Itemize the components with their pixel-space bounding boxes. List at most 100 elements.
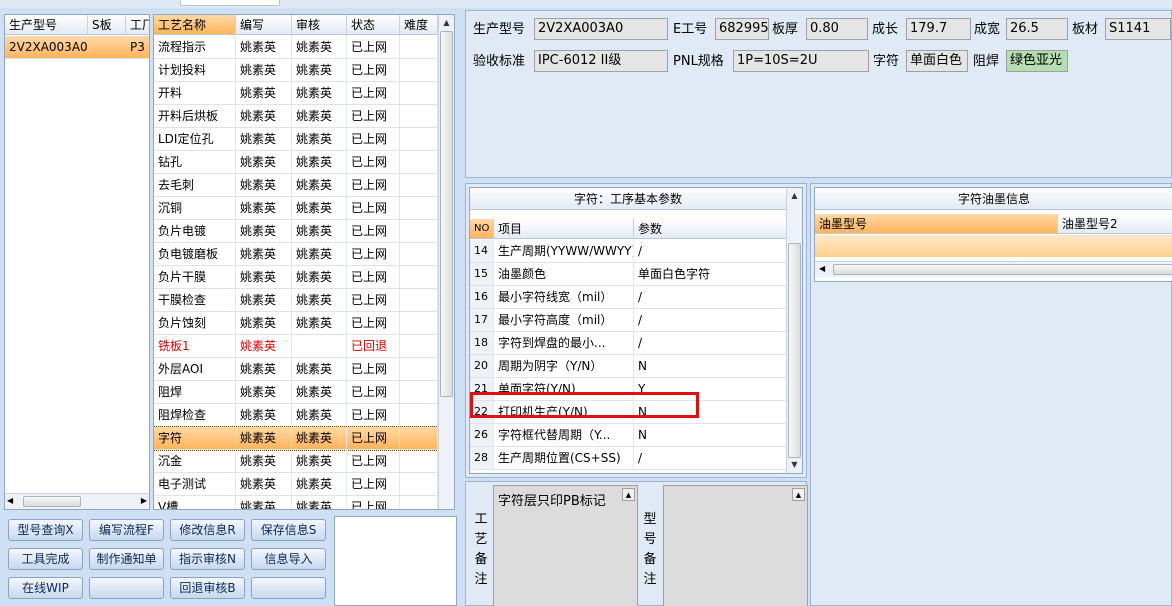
write-flow-button[interactable]: 编写流程F bbox=[89, 519, 164, 541]
table-row[interactable]: 沉铜 姚素英 姚素英 已上网 bbox=[154, 197, 438, 220]
pnl-field[interactable]: 1P=10S=2U bbox=[733, 50, 869, 72]
status-col-header[interactable]: 状态 bbox=[347, 15, 400, 35]
table-row[interactable]: 18 字符到焊盘的最小... / bbox=[470, 332, 788, 355]
vscroll-thumb[interactable] bbox=[440, 31, 453, 397]
table-row[interactable]: 阻焊检查 姚素英 姚素英 已上网 bbox=[154, 404, 438, 427]
scroll-right-arrow[interactable]: ▶ bbox=[141, 496, 147, 505]
table-row[interactable]: 26 字符框代替周期（Y... N bbox=[470, 424, 788, 447]
table-row[interactable]: 流程指示 姚素英 姚素英 已上网 bbox=[154, 36, 438, 59]
table-row[interactable]: 去毛刺 姚素英 姚素英 已上网 bbox=[154, 174, 438, 197]
table-row[interactable]: 负电镀磨板 姚素英 姚素英 已上网 bbox=[154, 243, 438, 266]
info-import-button[interactable]: 信息导入 bbox=[251, 548, 326, 570]
table-row[interactable]: 负片蚀刻 姚素英 姚素英 已上网 bbox=[154, 312, 438, 335]
auditor-col-header[interactable]: 审核 bbox=[292, 15, 347, 35]
scroll-up-arrow[interactable]: ▲ bbox=[439, 16, 454, 30]
eng-field[interactable]: 682995 bbox=[715, 18, 769, 40]
modify-info-button[interactable]: 修改信息R bbox=[170, 519, 245, 541]
table-row[interactable]: 电子测试 姚素英 姚素英 已上网 bbox=[154, 473, 438, 496]
value-col-header[interactable]: 参数 bbox=[634, 219, 788, 239]
char-field[interactable]: 单面白色 bbox=[906, 50, 968, 72]
ink-title: 字符油墨信息 bbox=[815, 188, 1172, 210]
model-memo-box[interactable]: ▲ bbox=[663, 485, 808, 606]
hscroll-thumb[interactable] bbox=[23, 496, 81, 507]
model-field[interactable]: 2V2XA003A0 bbox=[534, 18, 668, 40]
thickness-field[interactable]: 0.80 bbox=[806, 18, 868, 40]
writer-cell: 姚素英 bbox=[236, 473, 292, 495]
auditor-cell: 姚素英 bbox=[292, 151, 347, 173]
ink-model2-col-header[interactable]: 油墨型号2 bbox=[1058, 214, 1172, 234]
online-wip-button[interactable]: 在线WIP bbox=[8, 577, 83, 599]
save-info-button[interactable]: 保存信息S bbox=[251, 519, 326, 541]
auditor-cell: 姚素英 bbox=[292, 427, 347, 449]
ink-grid[interactable]: 字符油墨信息 油墨型号 油墨型号2 ◀ bbox=[814, 187, 1172, 282]
tool-done-button[interactable]: 工具完成 bbox=[8, 548, 83, 570]
memo-scroll-up[interactable]: ▲ bbox=[792, 488, 805, 501]
table-row[interactable]: 负片电镀 姚素英 姚素英 已上网 bbox=[154, 220, 438, 243]
table-row[interactable]: 干膜检查 姚素英 姚素英 已上网 bbox=[154, 289, 438, 312]
instruction-audit-button[interactable]: 指示审核N bbox=[170, 548, 245, 570]
ink-model-col-header[interactable]: 油墨型号 bbox=[815, 214, 1058, 234]
param-item-cell: 最小字符线宽（mil） bbox=[494, 286, 634, 308]
memo-scroll-up[interactable]: ▲ bbox=[622, 488, 635, 501]
name-cell: LDI定位孔 bbox=[154, 128, 236, 150]
process-list-vscroll[interactable]: ▲ bbox=[438, 15, 454, 509]
ink-selected-row[interactable] bbox=[815, 235, 1172, 257]
vscroll-thumb[interactable] bbox=[788, 243, 801, 458]
table-row[interactable]: 外层AOI 姚素英 姚素英 已上网 bbox=[154, 358, 438, 381]
scroll-down-arrow[interactable]: ▼ bbox=[787, 458, 802, 472]
writer-col-header[interactable]: 编写 bbox=[236, 15, 292, 35]
width-field[interactable]: 26.5 bbox=[1006, 18, 1068, 40]
table-row[interactable]: 字符 姚素英 姚素英 已上网 bbox=[154, 426, 439, 451]
table-row[interactable]: 开料后烘板 姚素英 姚素英 已上网 bbox=[154, 105, 438, 128]
make-notice-button[interactable]: 制作通知单 bbox=[89, 548, 164, 570]
diff-cell bbox=[400, 312, 438, 334]
s-col-header[interactable]: S板 bbox=[88, 15, 126, 35]
table-row[interactable]: 钻孔 姚素英 姚素英 已上网 bbox=[154, 151, 438, 174]
params-vscroll[interactable]: ▲ ▼ bbox=[786, 188, 802, 473]
table-row[interactable]: 16 最小字符线宽（mil） / bbox=[470, 286, 788, 309]
process-name-col-header[interactable]: 工艺名称 bbox=[154, 15, 236, 35]
writer-cell: 姚素英 bbox=[236, 450, 292, 472]
standard-field[interactable]: IPC-6012 II级 bbox=[534, 50, 668, 72]
blank-button-2[interactable] bbox=[251, 577, 326, 599]
grow-field[interactable]: 179.7 bbox=[906, 18, 971, 40]
status-cell: 已上网 bbox=[347, 220, 400, 242]
hscroll-thumb[interactable] bbox=[833, 264, 1172, 275]
table-row[interactable]: 15 油墨颜色 单面白色字符 bbox=[470, 263, 788, 286]
table-row[interactable]: 计划投料 姚素英 姚素英 已上网 bbox=[154, 59, 438, 82]
table-row[interactable]: 铣板1 姚素英 已回退 bbox=[154, 335, 438, 358]
table-row[interactable]: 17 最小字符高度（mil） / bbox=[470, 309, 788, 332]
no-col-header[interactable]: NO bbox=[470, 219, 494, 239]
table-row[interactable]: 28 生产周期位置(CS+SS) / bbox=[470, 447, 788, 470]
scroll-up-arrow[interactable]: ▲ bbox=[787, 189, 802, 203]
table-row[interactable]: 沉金 姚素英 姚素英 已上网 bbox=[154, 450, 438, 473]
table-row[interactable]: 负片干膜 姚素英 姚素英 已上网 bbox=[154, 266, 438, 289]
process-list[interactable]: 工艺名称 编写 审核 状态 难度 流程指示 姚素英 姚素英 已上网 计划投料 姚素英 姚素英… bbox=[153, 14, 455, 510]
item-col-header[interactable]: 项目 bbox=[494, 219, 634, 239]
difficulty-col-header[interactable]: 难度 bbox=[400, 15, 438, 35]
factory-col-header[interactable]: 工厂 bbox=[126, 15, 149, 35]
material-field[interactable]: S1141 bbox=[1105, 18, 1171, 40]
table-row[interactable]: V槽 姚素英 姚素英 已上网 bbox=[154, 496, 438, 509]
mask-field[interactable]: 绿色亚光 bbox=[1006, 50, 1068, 72]
table-row[interactable]: 阻焊 姚素英 姚素英 已上网 bbox=[154, 381, 438, 404]
rollback-audit-button[interactable]: 回退审核B bbox=[170, 577, 245, 599]
process-memo-box[interactable]: 字符层只印PB标记 ▲ bbox=[493, 485, 638, 606]
table-row[interactable]: 14 生产周期(YYWW/WWYY) / bbox=[470, 240, 788, 263]
table-row[interactable]: LDI定位孔 姚素英 姚素英 已上网 bbox=[154, 128, 438, 151]
memo-label-text: 工 艺 备 注 bbox=[474, 512, 488, 587]
ink-hscroll[interactable]: ◀ bbox=[815, 261, 1172, 277]
model-query-button[interactable]: 型号查询X bbox=[8, 519, 83, 541]
param-no-cell: 20 bbox=[470, 355, 494, 377]
model-list-hscroll[interactable]: ◀ ▶ bbox=[5, 493, 149, 509]
model-col-header[interactable]: 生产型号 bbox=[5, 15, 88, 35]
blank-button-1[interactable] bbox=[89, 577, 164, 599]
table-row[interactable]: 20 周期为阴字（Y/N） N bbox=[470, 355, 788, 378]
table-row[interactable]: 开料 姚素英 姚素英 已上网 bbox=[154, 82, 438, 105]
auditor-cell: 姚素英 bbox=[292, 289, 347, 311]
model-list[interactable]: 生产型号 S板 工厂 2V2XA003A0 P3 ◀ ▶ bbox=[4, 14, 150, 510]
table-row[interactable]: 2V2XA003A0 P3 bbox=[5, 36, 149, 59]
scroll-left-arrow[interactable]: ◀ bbox=[819, 264, 825, 273]
params-grid[interactable]: 字符：工序基本参数 NO 项目 参数 14 生产周期(YYWW/WWYY)/15 油… bbox=[469, 187, 803, 474]
scroll-left-arrow[interactable]: ◀ bbox=[7, 496, 13, 505]
